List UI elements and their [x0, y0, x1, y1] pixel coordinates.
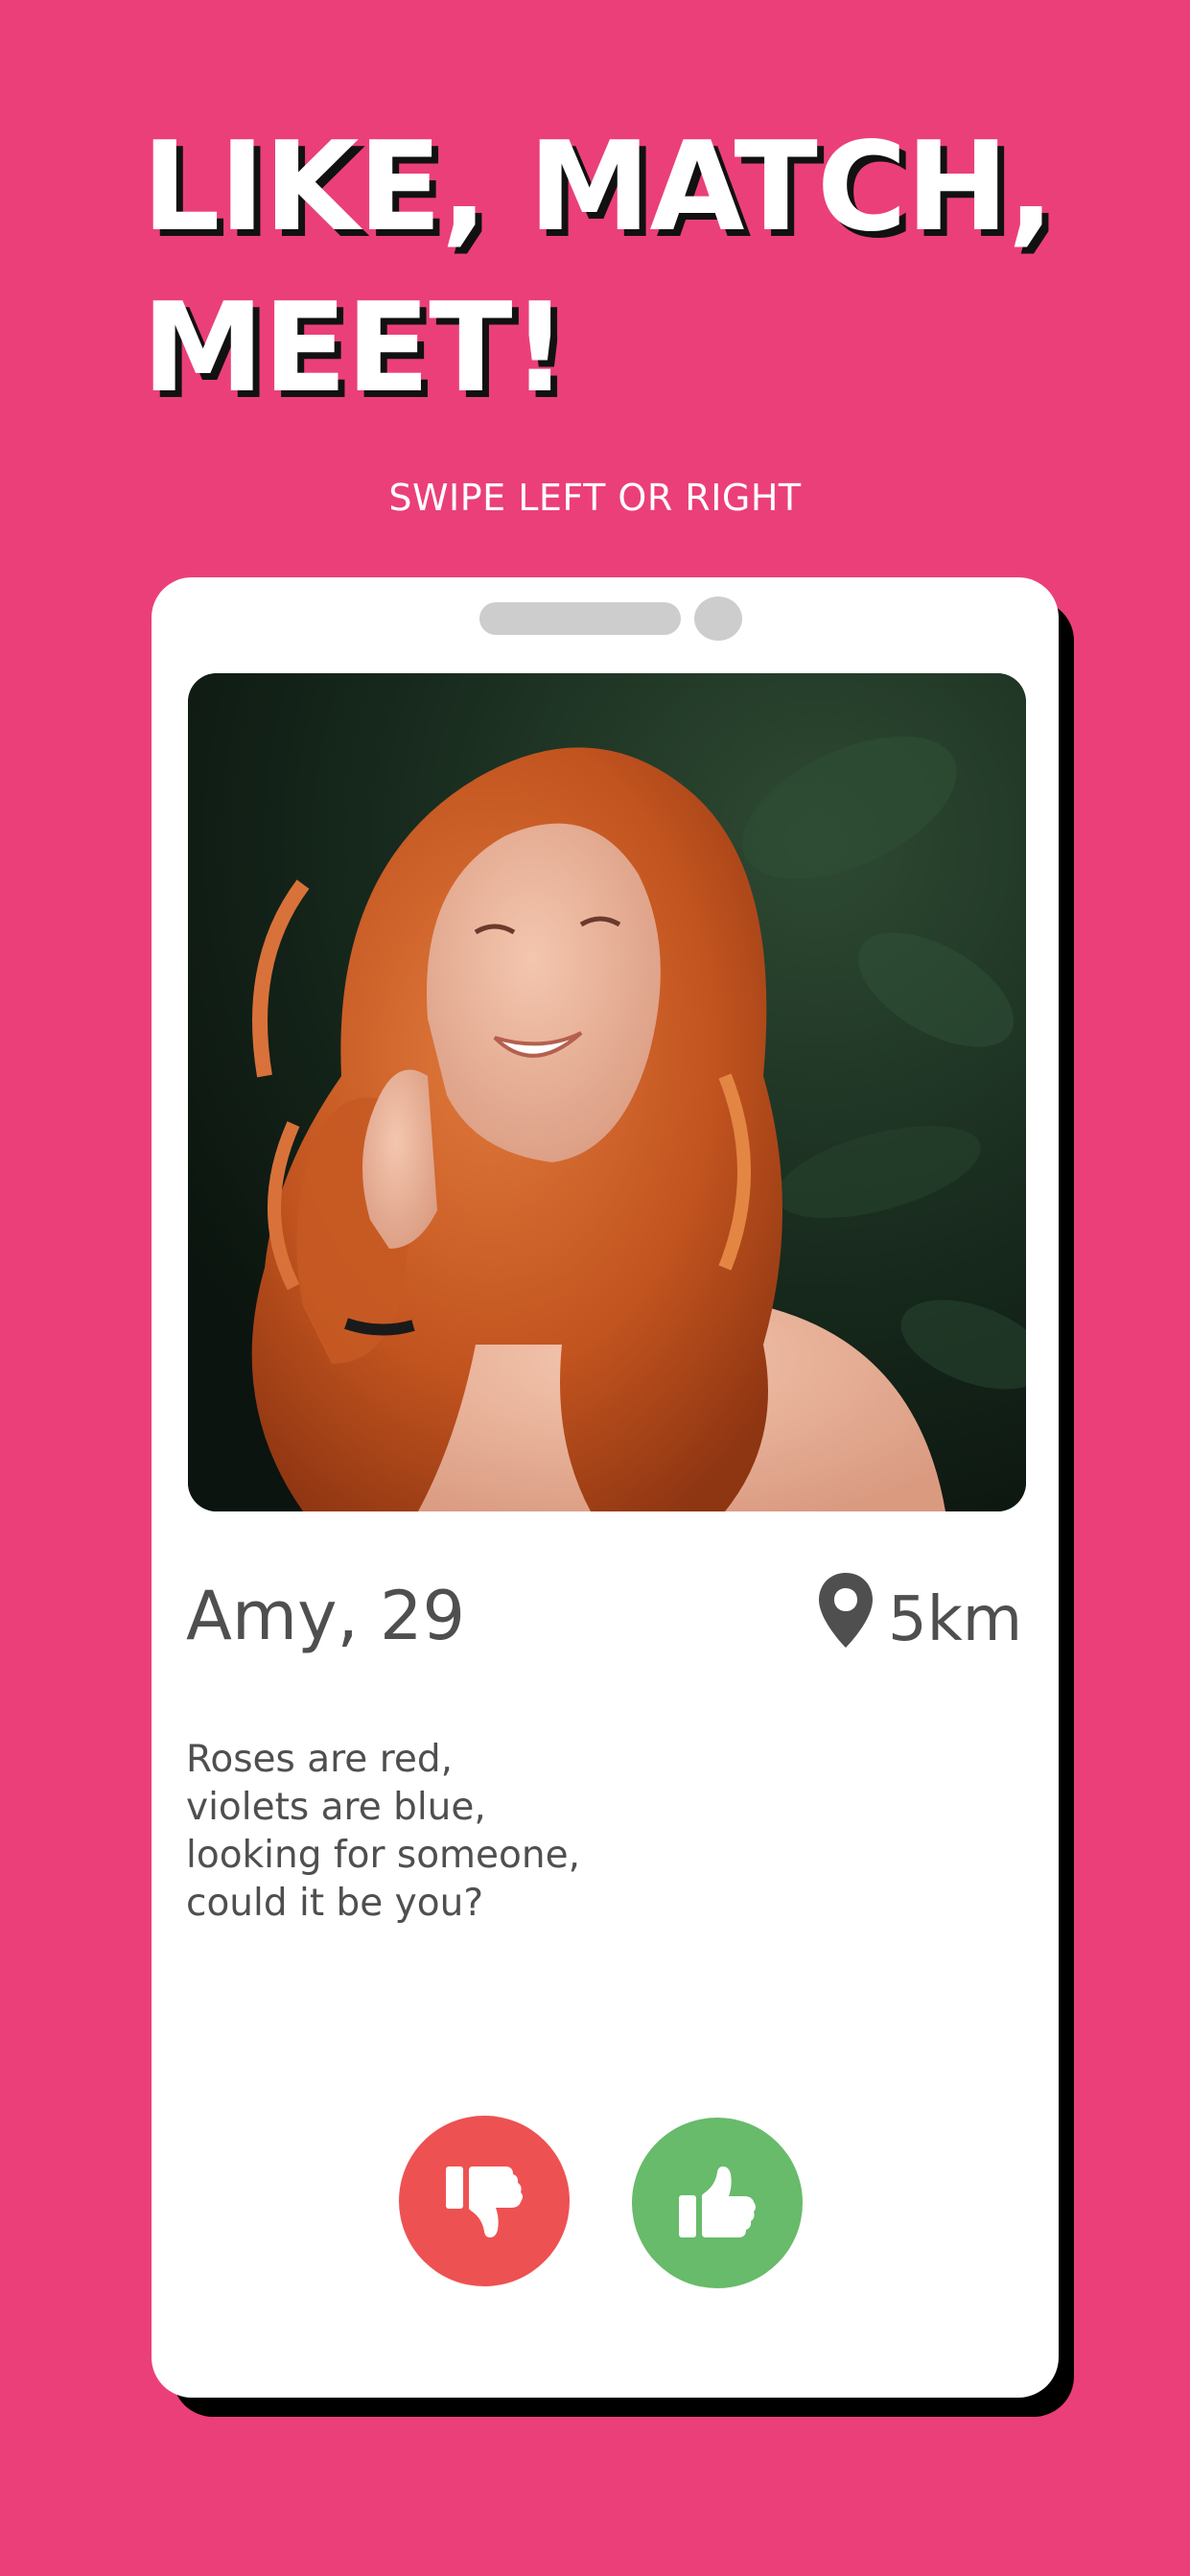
profile-name-age: Amy, 29: [186, 1577, 466, 1655]
subtitle: SWIPE LEFT OR RIGHT: [388, 477, 802, 519]
profile-bio: Roses are red, violets are blue, looking…: [186, 1736, 857, 1928]
bio-line: violets are blue,: [186, 1786, 486, 1829]
bio-line: looking for someone,: [186, 1834, 581, 1877]
headline: LIKE, MATCH, MEET!: [142, 107, 1101, 430]
phone-camera: [694, 597, 742, 641]
dislike-button[interactable]: [399, 2116, 570, 2286]
phone-speaker: [479, 602, 681, 635]
profile-photo[interactable]: [188, 673, 1026, 1511]
profile-photo-image: [188, 673, 1026, 1511]
thumbs-down-icon: [446, 2166, 523, 2237]
bio-line: could it be you?: [186, 1882, 484, 1925]
headline-line-2: MEET!: [142, 277, 568, 420]
profile-distance: 5km: [888, 1584, 1023, 1655]
bio-line: Roses are red,: [186, 1738, 454, 1781]
thumbs-up-icon: [679, 2166, 756, 2237]
like-button[interactable]: [632, 2118, 803, 2288]
location-pin-icon: [819, 1573, 873, 1648]
headline-line-1: LIKE, MATCH,: [142, 116, 1055, 259]
